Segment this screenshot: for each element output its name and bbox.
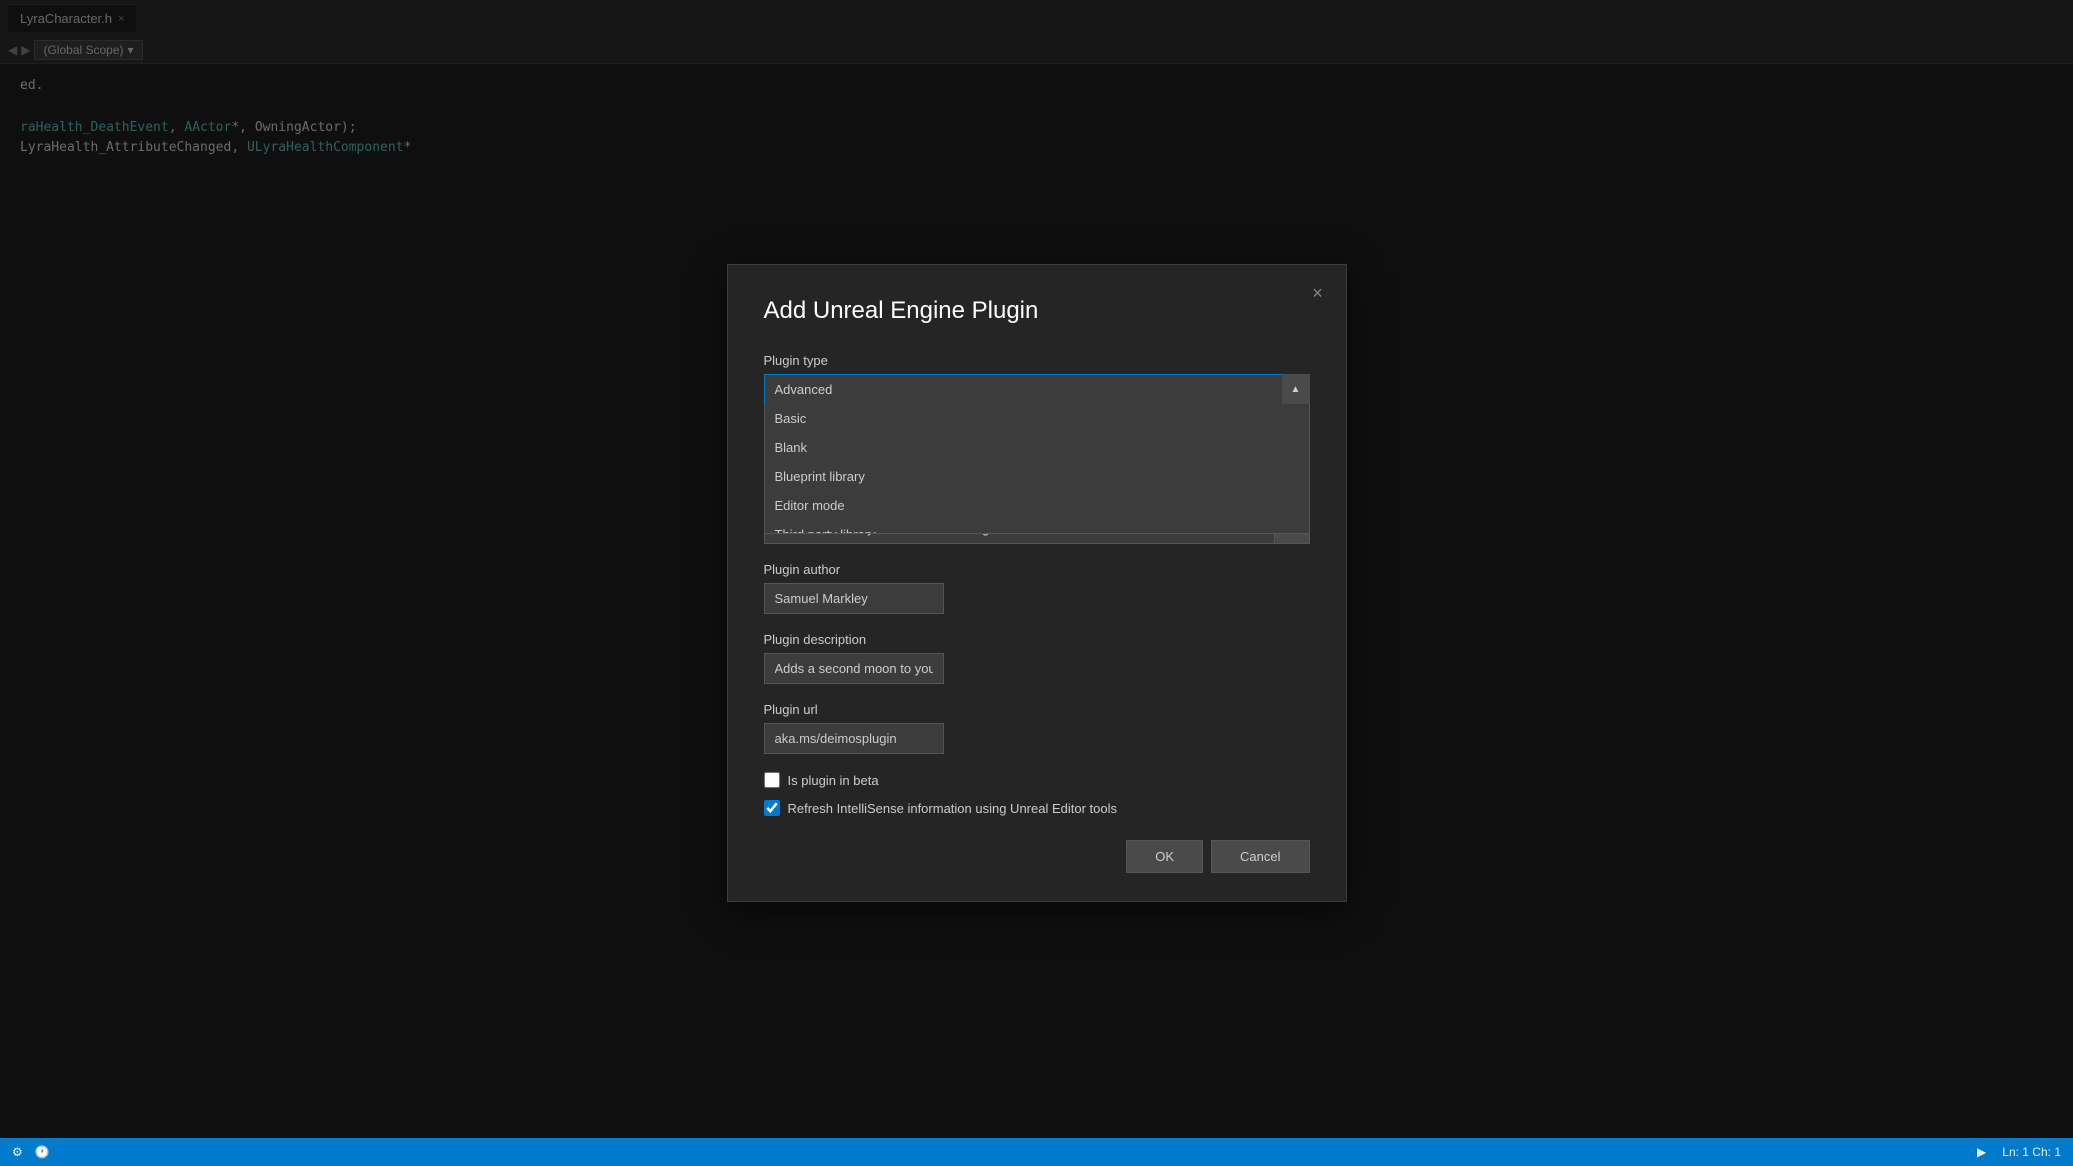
dropdown-list[interactable]: Basic Blank Blueprint library Editor mod… (764, 404, 1310, 534)
plugin-type-dropdown[interactable]: Advanced ▲ Basic Blank Blueprint library… (764, 374, 1310, 404)
dialog-footer: OK Cancel (764, 840, 1310, 873)
refresh-intellisense-label[interactable]: Refresh IntelliSense information using U… (788, 801, 1118, 816)
plugin-author-field: Plugin author (764, 562, 1310, 614)
refresh-intellisense-checkbox[interactable] (764, 800, 780, 816)
ok-button[interactable]: OK (1126, 840, 1203, 873)
plugin-description-label: Plugin description (764, 632, 1310, 647)
dropdown-item-thirdparty[interactable]: Third party library (765, 520, 1309, 534)
dropdown-selected-value[interactable]: Advanced (764, 374, 1310, 404)
plugin-url-label: Plugin url (764, 702, 1310, 717)
refresh-intellisense-group: Refresh IntelliSense information using U… (764, 800, 1310, 816)
dropdown-item-basic[interactable]: Basic (765, 404, 1309, 433)
ln-col-label: Ln: 1 Ch: 1 (2002, 1145, 2061, 1159)
dropdown-item-blueprint[interactable]: Blueprint library (765, 462, 1309, 491)
plugin-author-input[interactable] (764, 583, 944, 614)
plugin-author-label: Plugin author (764, 562, 1310, 577)
plugin-type-label: Plugin type (764, 353, 1310, 368)
gear-icon: ⚙ (12, 1145, 23, 1159)
plugin-description-input[interactable] (764, 653, 944, 684)
dialog-close-button[interactable]: × (1304, 279, 1332, 307)
status-icons: ⚙ 🕐 (12, 1145, 50, 1159)
plugin-url-input[interactable] (764, 723, 944, 754)
plugin-description-field: Plugin description (764, 632, 1310, 684)
arrow-icon: ▶ (1977, 1145, 1986, 1159)
dropdown-item-blank[interactable]: Blank (765, 433, 1309, 462)
cancel-button[interactable]: Cancel (1211, 840, 1309, 873)
plugin-url-field: Plugin url (764, 702, 1310, 754)
status-right: ▶ Ln: 1 Ch: 1 (1977, 1145, 2061, 1159)
dialog-title: Add Unreal Engine Plugin (764, 297, 1310, 325)
plugin-type-field: Plugin type Advanced ▲ Basic Blank Bluep… (764, 353, 1310, 404)
clock-icon: 🕐 (35, 1145, 50, 1159)
dropdown-item-editor[interactable]: Editor mode (765, 491, 1309, 520)
dropdown-arrow-icon[interactable]: ▲ (1282, 374, 1310, 404)
is-beta-group: Is plugin in beta (764, 772, 1310, 788)
is-beta-checkbox[interactable] (764, 772, 780, 788)
is-beta-label[interactable]: Is plugin in beta (788, 773, 879, 788)
status-bar: ⚙ 🕐 ▶ Ln: 1 Ch: 1 (0, 1138, 2073, 1166)
plugin-dialog: × Add Unreal Engine Plugin Plugin type A… (727, 264, 1347, 902)
